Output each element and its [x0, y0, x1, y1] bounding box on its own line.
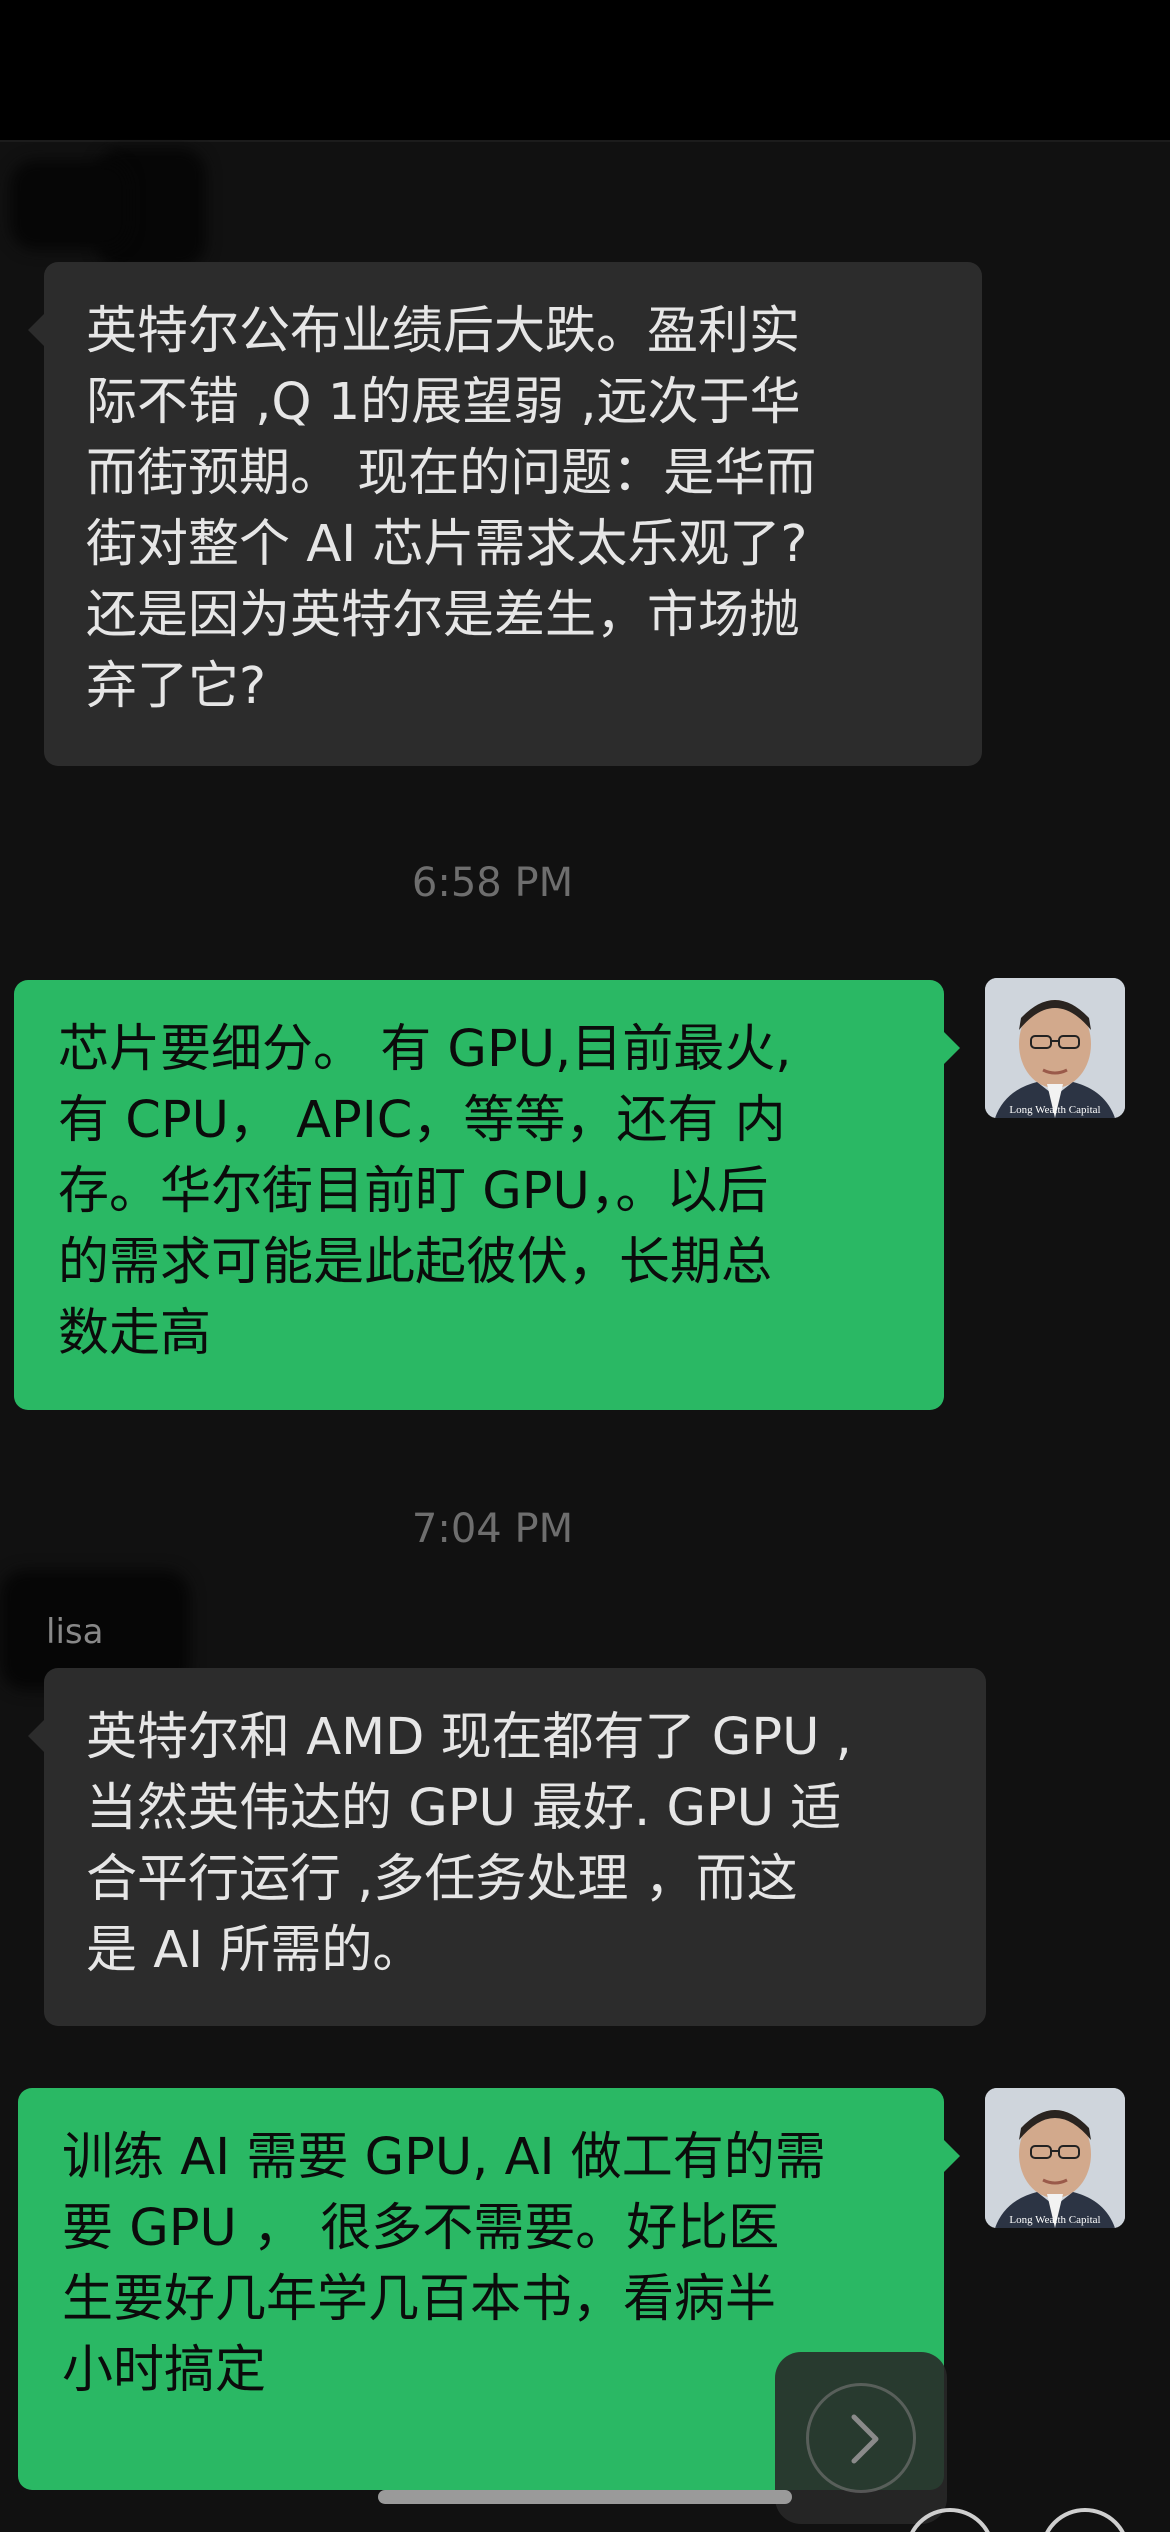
person-portrait-icon	[985, 2088, 1125, 2228]
message-bubble-incoming[interactable]: 英特尔公布业绩后大跌。盈利实 际不错 ,Q 1的展望弱 ,远次于华 而街预期。 …	[44, 262, 982, 766]
sender-name: lisa	[46, 1612, 104, 1652]
chevron-right-icon	[851, 2414, 879, 2464]
avatar[interactable]: Long Wealth Capital	[985, 978, 1125, 1118]
bubble-tail	[944, 1032, 960, 1064]
status-bar	[0, 0, 1170, 140]
avatar[interactable]: Long Wealth Capital	[985, 2088, 1125, 2228]
avatar-logo-text: Long Wealth Capital	[1009, 2214, 1101, 2226]
header-divider	[0, 140, 1170, 142]
timestamp: 6:58 PM	[411, 860, 574, 906]
next-button[interactable]	[775, 2352, 947, 2524]
timestamp: 7:04 PM	[411, 1506, 574, 1552]
bubble-tail	[28, 1720, 44, 1752]
redacted-avatar	[10, 160, 130, 250]
chat-screen: 英特尔公布业绩后大跌。盈利实 际不错 ,Q 1的展望弱 ,远次于华 而街预期。 …	[0, 0, 1170, 2532]
message-bubble-outgoing[interactable]: 芯片要细分。 有 GPU,目前最火, 有 CPU， APIC，等等，还有 内 存…	[14, 980, 944, 1410]
person-portrait-icon	[985, 978, 1125, 1118]
bubble-tail	[944, 2140, 960, 2172]
next-button-ring	[806, 2383, 916, 2493]
message-bubble-incoming[interactable]: 英特尔和 AMD 现在都有了 GPU , 当然英伟达的 GPU 最好. GPU …	[44, 1668, 986, 2026]
toolbar-button-partial[interactable]	[1040, 2508, 1130, 2532]
bubble-tail	[28, 314, 44, 346]
home-indicator[interactable]	[378, 2490, 792, 2504]
avatar-logo-text: Long Wealth Capital	[1009, 1104, 1101, 1116]
